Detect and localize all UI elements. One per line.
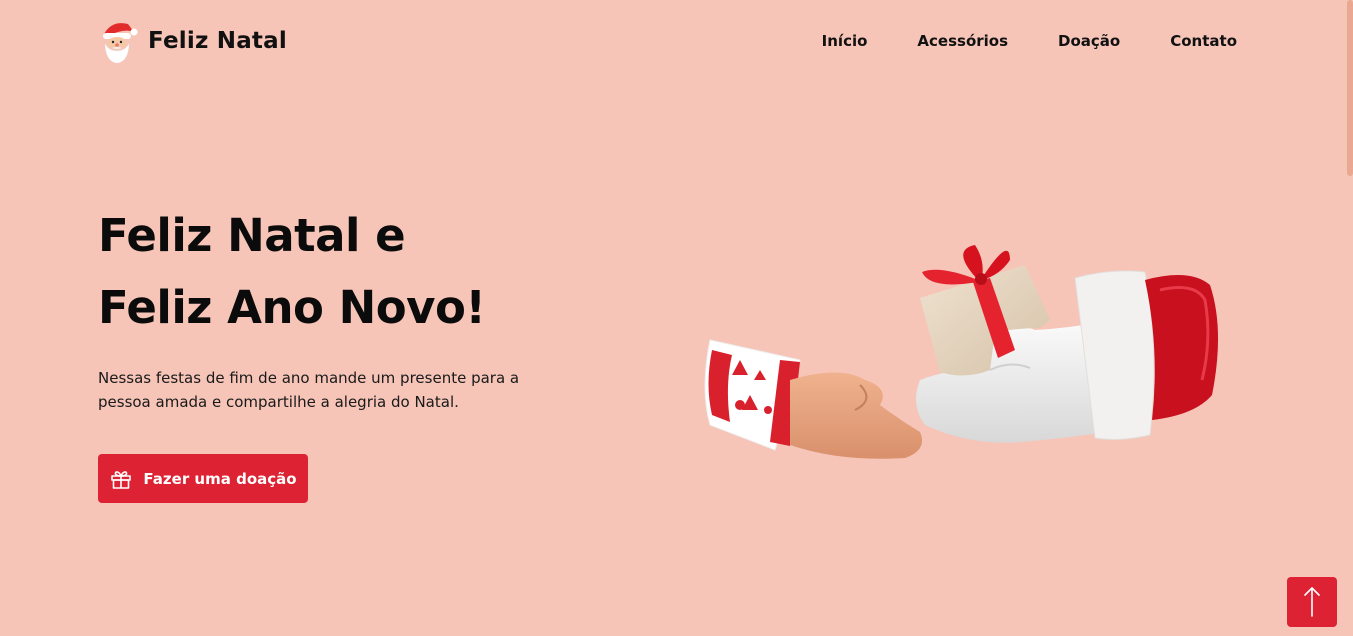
arrow-up-icon — [1304, 587, 1320, 617]
nav-link-inicio[interactable]: Início — [822, 32, 868, 50]
santa-claus-icon — [103, 23, 138, 64]
site-header: Feliz Natal Início Acessórios Doação Con… — [0, 0, 1353, 82]
brand-name: Feliz Natal — [148, 28, 287, 54]
page-scrollbar[interactable] — [1347, 0, 1353, 176]
main-nav: Início Acessórios Doação Contato — [822, 32, 1237, 50]
hands-exchanging-gift-illustration — [704, 245, 1219, 459]
back-to-top-button[interactable] — [1287, 577, 1337, 627]
donate-button[interactable]: Fazer uma doação — [98, 454, 308, 503]
knitted-sleeve — [704, 339, 801, 451]
hero-title: Feliz Natal e Feliz Ano Novo! — [98, 200, 486, 344]
hero-description: Nessas festas de fim de ano mande um pre… — [98, 369, 520, 411]
donate-button-label: Fazer uma doação — [143, 469, 297, 488]
nav-link-contato[interactable]: Contato — [1170, 32, 1237, 50]
nav-link-acessorios[interactable]: Acessórios — [917, 32, 1008, 50]
gift-icon — [111, 470, 132, 489]
hero-title-line-1: Feliz Natal e — [98, 209, 406, 262]
brand-logo[interactable]: Feliz Natal — [98, 18, 287, 64]
hero-title-line-2: Feliz Ano Novo! — [98, 281, 486, 334]
nav-link-doacao[interactable]: Doação — [1058, 32, 1120, 50]
